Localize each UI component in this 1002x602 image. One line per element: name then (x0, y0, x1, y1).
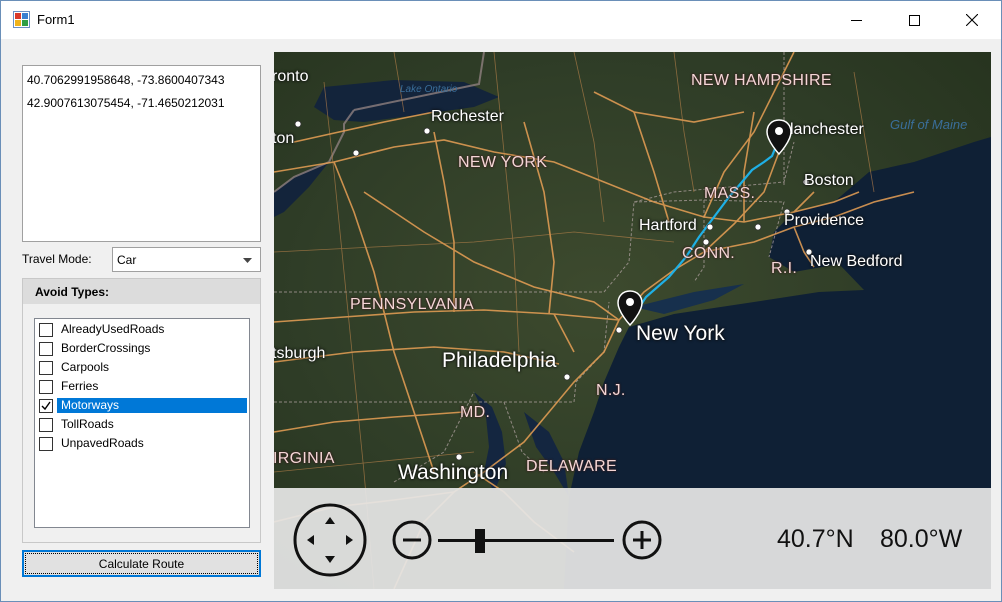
list-item-label: Motorways (57, 398, 247, 413)
map-label-new-hampshire: NEW HAMPSHIRE (691, 72, 832, 89)
pan-control-icon[interactable] (293, 503, 367, 577)
list-item-label: AlreadyUsedRoads (61, 322, 165, 336)
map-label-md: MD. (460, 404, 491, 421)
checkmark-icon (41, 401, 51, 411)
map-label-gulf-of-maine: Gulf of Maine (890, 117, 968, 132)
map-label-delaware: DELAWARE (526, 458, 618, 475)
waypoint-line: 40.7062991958648, -73.8600407343 (27, 73, 225, 87)
map-label-conn: CONN. (682, 245, 736, 262)
map-label-new-york-state: NEW YORK (458, 154, 548, 171)
map-label-virginia: IRGINIA (274, 450, 335, 467)
zoom-slider-track[interactable] (438, 539, 614, 542)
list-item[interactable]: TollRoads (37, 415, 247, 434)
map-label-lake-ontario: Lake Ontario (400, 84, 458, 95)
checkbox[interactable] (39, 418, 53, 432)
map-label-washington: Washington (398, 461, 509, 484)
map-pin-icon[interactable] (766, 119, 792, 155)
map-label-providence: Providence (784, 212, 865, 229)
list-item-label: UnpavedRoads (61, 436, 144, 450)
zoom-in-icon[interactable] (621, 519, 663, 561)
list-item-label: Carpools (61, 360, 110, 374)
checkbox[interactable] (39, 323, 53, 337)
list-item-label: Ferries (61, 379, 99, 393)
map-label-pittsburgh: tsburgh (274, 345, 326, 362)
map-label-ton: ton (274, 130, 295, 147)
avoid-types-title: Avoid Types: (35, 285, 110, 299)
avoid-types-header: Avoid Types: (23, 279, 260, 304)
checkbox[interactable] (39, 342, 53, 356)
map-label-toronto: ronto (274, 68, 309, 85)
waypoint-line: 42.9007613075454, -71.4650212031 (27, 96, 225, 110)
travel-mode-value: Car (117, 253, 137, 267)
form-client-area: 40.7062991958648, -73.8600407343 42.9007… (1, 39, 1001, 601)
list-item[interactable]: Carpools (37, 358, 247, 377)
waypoints-textbox[interactable]: 40.7062991958648, -73.8600407343 42.9007… (22, 65, 261, 242)
zoom-out-icon[interactable] (391, 519, 433, 561)
travel-mode-label: Travel Mode: (22, 252, 92, 266)
map-label-mass: MASS. (704, 185, 756, 202)
checkbox[interactable] (39, 437, 53, 451)
avoid-types-group: Avoid Types: AlreadyUsedRoads BorderCros… (22, 278, 261, 543)
maximize-button[interactable] (885, 1, 943, 39)
list-item[interactable]: AlreadyUsedRoads (37, 320, 247, 339)
latitude-readout: 40.7°N (777, 525, 854, 553)
list-item[interactable]: Ferries (37, 377, 247, 396)
close-button[interactable] (943, 1, 1001, 39)
window-title: Form1 (37, 12, 75, 27)
checkbox-checked[interactable] (39, 399, 53, 413)
map-pin-icon[interactable] (617, 290, 643, 326)
focus-rectangle (25, 553, 258, 574)
list-item[interactable]: BorderCrossings (37, 339, 247, 358)
map-label-new-york-city: New York (636, 322, 725, 345)
map-label-philadelphia: Philadelphia (442, 349, 557, 372)
maximize-icon (908, 14, 920, 26)
chevron-down-icon (243, 258, 252, 263)
map-label-manchester: lanchester (790, 121, 864, 138)
close-icon (966, 14, 978, 26)
minimize-button[interactable] (827, 1, 885, 39)
list-item-selected[interactable]: Motorways (37, 396, 247, 415)
list-item-label: TollRoads (61, 417, 114, 431)
title-bar[interactable]: Form1 (1, 1, 1001, 39)
checkbox[interactable] (39, 361, 53, 375)
list-item[interactable]: UnpavedRoads (37, 434, 247, 453)
map-label-ri: R.I. (771, 260, 798, 277)
calculate-route-button[interactable]: Calculate Route (22, 550, 261, 577)
longitude-readout: 80.0°W (880, 525, 963, 553)
travel-mode-combobox[interactable]: Car (112, 247, 261, 272)
map-control[interactable]: ronto Lake Ontario ton Rochester NEW HAM… (274, 52, 991, 589)
zoom-slider-thumb[interactable] (475, 529, 486, 553)
map-label-pennsylvania: PENNSYLVANIA (350, 296, 474, 313)
map-label-new-bedford: New Bedford (810, 253, 903, 270)
map-navigation-bar: 40.7°N 80.0°W (274, 488, 991, 589)
list-item-label: BorderCrossings (61, 341, 151, 355)
avoid-types-checklist[interactable]: AlreadyUsedRoads BorderCrossings Carpool… (34, 318, 250, 528)
map-label-nj: N.J. (596, 382, 626, 399)
map-label-hartford: Hartford (639, 217, 697, 234)
app-icon (13, 11, 30, 28)
map-label-rochester: Rochester (431, 108, 504, 125)
checkbox[interactable] (39, 380, 53, 394)
map-label-boston: Boston (804, 172, 854, 189)
minimize-icon (850, 19, 862, 21)
main-window: Form1 40.7062991958648, -73.8600407343 4… (0, 0, 1002, 602)
